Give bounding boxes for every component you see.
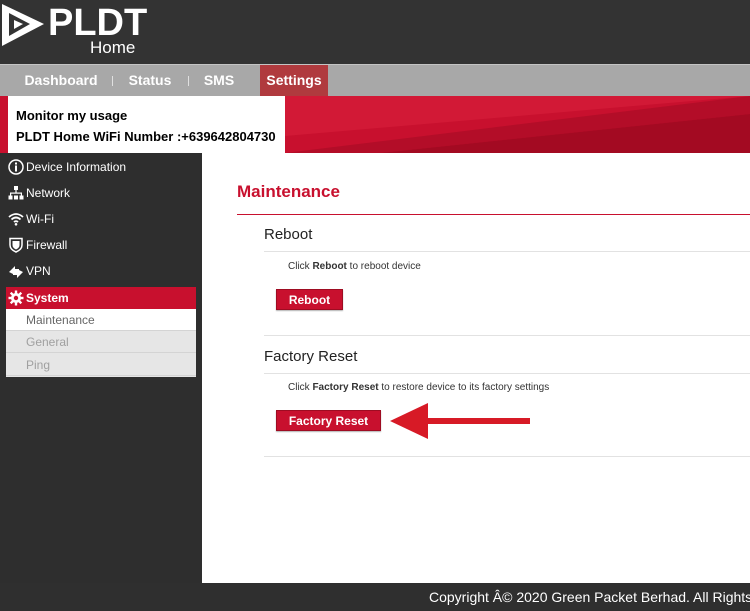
pldt-logo[interactable]: PLDT Home bbox=[0, 0, 150, 64]
system-submenu: Maintenance General Ping bbox=[6, 309, 196, 377]
tab-settings[interactable]: Settings bbox=[260, 65, 328, 97]
usage-box[interactable]: Monitor my usage PLDT Home WiFi Number :… bbox=[8, 96, 285, 153]
section-divider bbox=[264, 251, 750, 252]
network-icon bbox=[8, 186, 24, 200]
pldt-logo-mark-icon bbox=[2, 4, 44, 46]
copyright-text: Copyright Â© 2020 Green Packet Berhad. A… bbox=[429, 589, 750, 605]
shield-icon bbox=[9, 237, 23, 253]
sidebar-item-label: Device Information bbox=[26, 160, 127, 174]
tab-status[interactable]: Status bbox=[120, 65, 180, 97]
footer: Copyright Â© 2020 Green Packet Berhad. A… bbox=[202, 583, 750, 611]
sidebar-item-device-information[interactable]: Device Information bbox=[6, 156, 196, 178]
reboot-button[interactable]: Reboot bbox=[276, 289, 343, 310]
header: PLDT Home bbox=[0, 0, 750, 64]
top-nav: Dashboard Status SMS Settings bbox=[0, 64, 750, 97]
factory-reset-description: Click Factory Reset to restore device to… bbox=[288, 382, 550, 393]
main-content: Maintenance Reboot Click Reboot to reboo… bbox=[202, 153, 750, 583]
sidebar-item-network[interactable]: Network bbox=[6, 182, 196, 204]
wifi-number: PLDT Home WiFi Number :+639642804730 bbox=[16, 129, 276, 144]
factory-reset-button[interactable]: Factory Reset bbox=[276, 410, 381, 431]
tab-dashboard[interactable]: Dashboard bbox=[12, 65, 110, 97]
brand-sub: Home bbox=[90, 38, 136, 57]
section-divider bbox=[264, 373, 750, 374]
sidebar-item-label: Firewall bbox=[26, 238, 68, 252]
sidebar-item-firewall[interactable]: Firewall bbox=[6, 234, 196, 256]
submenu-item-general[interactable]: General bbox=[6, 331, 196, 353]
nav-separator bbox=[188, 76, 189, 86]
red-arrow-annotation bbox=[390, 403, 530, 439]
reboot-section-title: Reboot bbox=[264, 226, 313, 243]
sidebar-item-label: Wi-Fi bbox=[26, 212, 54, 226]
sidebar-item-wifi[interactable]: Wi-Fi bbox=[6, 208, 196, 230]
submenu-item-maintenance[interactable]: Maintenance bbox=[6, 309, 196, 331]
vpn-icon bbox=[9, 266, 23, 278]
page-title: Maintenance bbox=[237, 182, 340, 201]
sidebar-item-label: System bbox=[26, 291, 69, 305]
factory-reset-section-title: Factory Reset bbox=[264, 348, 358, 365]
tab-sms[interactable]: SMS bbox=[196, 65, 242, 97]
info-icon bbox=[8, 159, 24, 175]
monitor-usage-link[interactable]: Monitor my usage bbox=[16, 105, 285, 126]
wifi-icon bbox=[8, 213, 24, 226]
submenu-item-ping[interactable]: Ping bbox=[6, 354, 196, 376]
reboot-description: Click Reboot to reboot device bbox=[288, 261, 421, 272]
sidebar-item-label: Network bbox=[26, 186, 71, 200]
section-divider bbox=[264, 335, 750, 336]
gear-icon bbox=[8, 290, 24, 306]
sidebar-item-vpn[interactable]: VPN bbox=[6, 260, 196, 282]
nav-separator bbox=[112, 76, 113, 86]
sidebar-item-label: VPN bbox=[26, 264, 51, 278]
section-divider bbox=[264, 456, 750, 457]
sidebar-item-system[interactable]: System bbox=[6, 287, 196, 309]
title-divider bbox=[237, 214, 750, 215]
